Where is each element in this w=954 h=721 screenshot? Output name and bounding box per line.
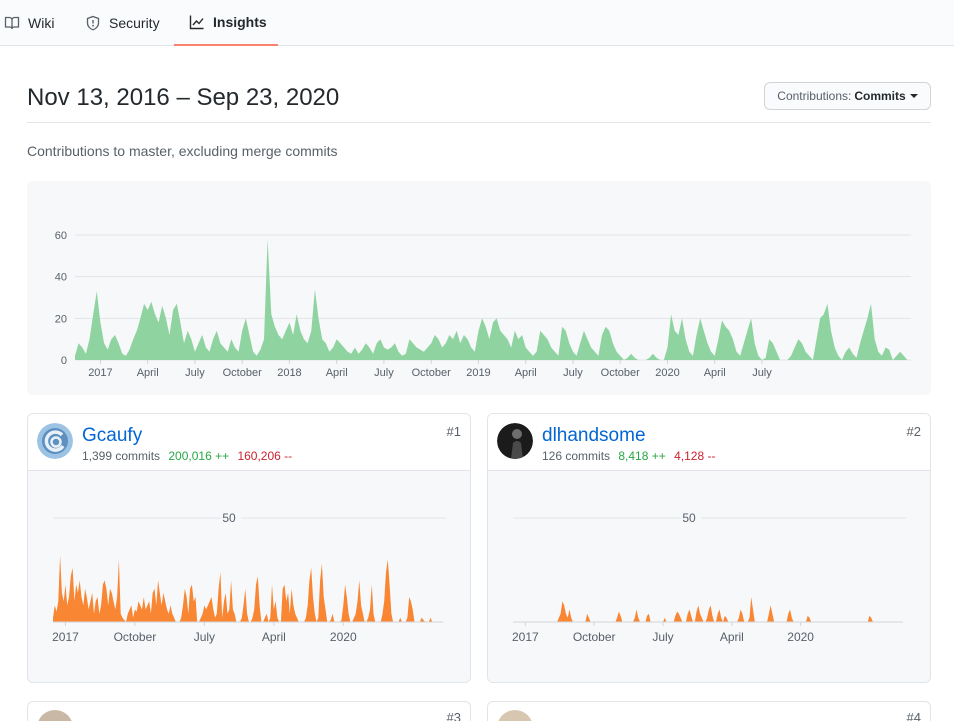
y-tick-label: 0 (61, 355, 67, 367)
x-tick-label: July (752, 367, 772, 379)
tab-insights[interactable]: Insights (174, 0, 278, 46)
contributor-chart-svg: 50 2017 October July April 2020 (512, 511, 906, 644)
deletions-count: 4,128 -- (674, 449, 716, 463)
y-tick-label: 40 (55, 272, 67, 284)
contributor-chart: 50 2017 October July April 2020 (28, 471, 470, 682)
contributor-name[interactable]: dlhandsome (542, 425, 646, 447)
repo-tabbar: Wiki Security Insights (0, 0, 954, 46)
x-tick-label: July (185, 367, 205, 379)
x-tick-label: April (720, 630, 744, 644)
x-tick-label: April (137, 367, 159, 379)
main-contributions-chart: 0 20 40 60 2017 April July October 2018 April July… (27, 181, 931, 395)
avatar[interactable] (497, 423, 533, 459)
contributor-rank: #2 (906, 424, 921, 439)
contributor-chart: 50 2017 October July April 2020 (488, 471, 930, 682)
x-tick-label: July (194, 630, 215, 644)
x-tick-label: April (262, 630, 286, 644)
contributions-value: Commits (854, 89, 906, 103)
x-tick-label: 2017 (88, 367, 112, 379)
x-tick-label: April (515, 367, 537, 379)
tab-security-label: Security (109, 15, 160, 31)
shield-icon (86, 15, 100, 31)
deletions-count: 160,206 -- (237, 449, 293, 463)
grid-value-label: 50 (222, 511, 236, 525)
x-tick-label: 2018 (277, 367, 301, 379)
grid-value-label: 50 (682, 511, 696, 525)
commits-area-series (75, 239, 911, 360)
graph-icon (189, 15, 204, 30)
x-tick-label: July (374, 367, 394, 379)
x-tick-label: 2017 (512, 630, 539, 644)
tab-wiki[interactable]: Wiki (4, 0, 54, 46)
x-tick-label: 2019 (466, 367, 490, 379)
contributor-card-partial: #4 (487, 701, 931, 721)
contributor-header: Gcaufy 1,399 commits 200,016 ++ 160,206 … (28, 414, 470, 471)
gcaufy-avatar-icon (37, 423, 73, 459)
contributor-card: Gcaufy 1,399 commits 200,016 ++ 160,206 … (27, 413, 471, 683)
user-commits-area (513, 597, 903, 622)
x-tick-label: 2020 (787, 630, 814, 644)
contributor-card-partial: #3 (27, 701, 471, 721)
commit-count: 1,399 commits (82, 449, 161, 463)
user-commits-area (53, 555, 443, 622)
x-tick-label: April (704, 367, 726, 379)
book-icon (4, 16, 20, 30)
tab-insights-label: Insights (213, 14, 267, 30)
contributor-card: dlhandsome 126 commits 8,418 ++ 4,128 --… (487, 413, 931, 683)
x-tick-label: 2020 (330, 630, 357, 644)
avatar[interactable] (37, 423, 73, 459)
tab-security[interactable]: Security (85, 0, 160, 46)
caret-down-icon (909, 94, 918, 98)
contributor-rank: #1 (446, 424, 461, 439)
contributor-rank: #3 (446, 710, 461, 721)
contributor-rank: #4 (906, 710, 921, 721)
x-tick-label: July (652, 630, 673, 644)
x-tick-label: October (114, 630, 157, 644)
date-range-title: Nov 13, 2016 – Sep 23, 2020 (27, 84, 340, 111)
x-tick-label: July (563, 367, 583, 379)
main-chart-svg: 0 20 40 60 2017 April July October 2018 April July… (55, 230, 911, 379)
additions-count: 200,016 ++ (168, 449, 230, 463)
chart-subtitle: Contributions to master, excluding merge… (27, 143, 338, 159)
contributor-stats: 126 commits 8,418 ++ 4,128 -- (542, 449, 715, 463)
contributions-filter-button[interactable]: Contributions: Commits (764, 82, 931, 110)
avatar[interactable] (497, 710, 533, 721)
x-tick-label: October (412, 367, 451, 379)
x-tick-label: October (601, 367, 640, 379)
contributor-name[interactable]: Gcaufy (82, 425, 142, 447)
contributions-prefix: Contributions: (777, 89, 852, 103)
y-tick-label: 20 (55, 313, 67, 325)
dlhandsome-avatar-icon (497, 423, 533, 459)
x-tick-label: October (573, 630, 616, 644)
header-divider (27, 122, 931, 123)
tab-wiki-label: Wiki (28, 15, 55, 31)
x-tick-label: October (223, 367, 262, 379)
x-tick-label: 2020 (655, 367, 679, 379)
y-tick-label: 60 (55, 230, 67, 242)
commit-count: 126 commits (542, 449, 611, 463)
avatar[interactable] (37, 710, 73, 721)
additions-count: 8,418 ++ (618, 449, 666, 463)
x-tick-label: April (326, 367, 348, 379)
contributor-header: dlhandsome 126 commits 8,418 ++ 4,128 --… (488, 414, 930, 471)
x-tick-label: 2017 (52, 630, 79, 644)
contributor-chart-svg: 50 2017 October July April 2020 (52, 511, 446, 644)
contributor-stats: 1,399 commits 200,016 ++ 160,206 -- (82, 449, 292, 463)
